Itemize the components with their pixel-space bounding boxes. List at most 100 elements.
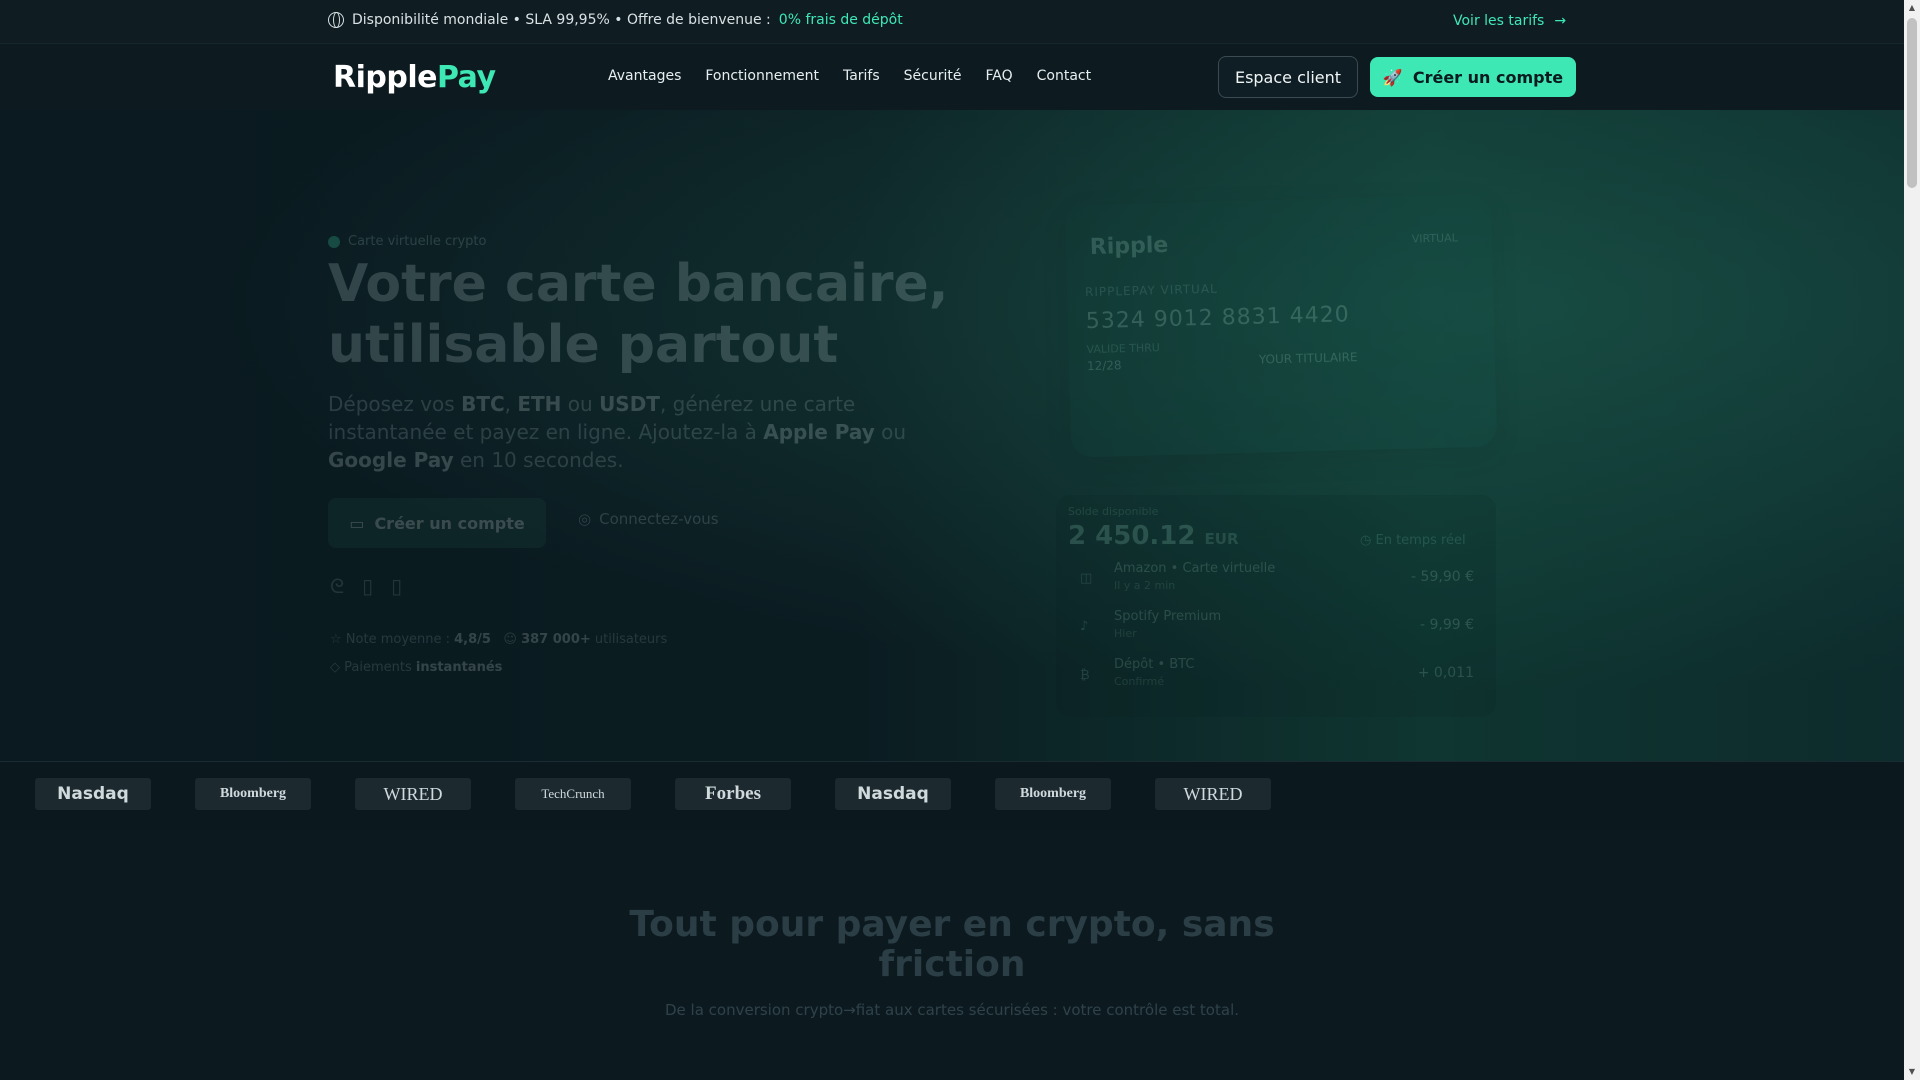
subtitle-btc: BTC	[461, 392, 505, 416]
rocket-icon: 🚀	[1382, 67, 1403, 87]
hero-stats-rating: ☆ Note moyenne : 4,8/5 ☺ 387 000+ utilis…	[330, 632, 667, 647]
balance-value: 2 450.12	[1068, 521, 1196, 551]
globe-icon	[328, 12, 344, 28]
scrollbar-thumb[interactable]	[1907, 18, 1917, 188]
card-expiry-label: VALIDE THRU	[1086, 341, 1161, 357]
nav-link-fonctionnement[interactable]: Fonctionnement	[705, 68, 819, 84]
subtitle-eth: ETH	[517, 392, 562, 416]
hero-signup-button[interactable]: ▭ Créer un compte	[328, 498, 546, 548]
press-logo-nasdaq: Nasdaq	[835, 778, 951, 810]
music-icon: ♪	[1080, 619, 1089, 634]
logo[interactable]: RipplePay	[333, 60, 496, 95]
users-label: utilisateurs	[594, 632, 668, 647]
card-tag: VIRTUAL	[1411, 231, 1458, 246]
live-indicator: ◷ En temps réel	[1360, 533, 1466, 548]
nav-link-avantages[interactable]: Avantages	[608, 68, 681, 84]
hero-login-link[interactable]: ◎ Connectez-vous	[578, 510, 719, 528]
subtitle-part: ou	[874, 420, 907, 444]
clock-icon: ◷	[1360, 533, 1372, 548]
pricing-link[interactable]: Voir les tarifs →	[1453, 13, 1566, 29]
card-brand: Ripple	[1089, 232, 1169, 260]
users-value: 387 000+	[521, 632, 591, 647]
hero-login-label: Connectez-vous	[599, 510, 719, 528]
transactions-panel: Solde disponible 2 450.12 EUR ◷ En temps…	[1056, 495, 1496, 717]
transaction-row[interactable]: ♪ Spotify Premium Hier - 9,99 €	[1068, 607, 1484, 647]
users-icon: ☺	[503, 632, 517, 647]
payments-value: instantanés	[415, 660, 503, 675]
rating-value: 4,8/5	[454, 632, 491, 647]
balance: 2 450.12 EUR	[1068, 521, 1239, 551]
press-logo-forbes: Forbes	[675, 778, 791, 810]
features-title: Tout pour payer en crypto, sans friction	[629, 904, 1275, 985]
announcement: Disponibilité mondiale • SLA 99,95% • Of…	[328, 12, 903, 28]
apple-icon: ▯	[362, 574, 374, 598]
nav-link-contact[interactable]: Contact	[1037, 68, 1091, 84]
subtitle-apple-pay: Apple Pay	[763, 420, 875, 444]
payment-methods: ᘓ ▯ ▯	[330, 574, 402, 598]
card-holder: YOUR TITULAIRE	[1258, 350, 1358, 367]
card-number: 5324 9012 8831 4420	[1085, 302, 1350, 335]
hero-glow	[0, 110, 1904, 761]
subtitle-usdt: USDT	[599, 392, 660, 416]
virtual-card: Ripple VIRTUAL RIPPLEPAY VIRTUAL 5324 90…	[1064, 194, 1498, 458]
balance-label: Solde disponible	[1068, 505, 1159, 518]
main-nav: RipplePay Avantages Fonctionnement Tarif…	[0, 44, 1904, 110]
transaction-amount: + 0,011	[1417, 665, 1474, 681]
google-icon: ▯	[391, 574, 403, 598]
payments-label: Paiements	[344, 660, 412, 675]
press-logo-bloomberg: Bloomberg	[995, 778, 1111, 810]
arrow-right-icon: →	[1554, 13, 1567, 29]
subtitle-part: ,	[504, 392, 518, 416]
client-area-button[interactable]: Espace client	[1218, 56, 1358, 98]
nav-link-securite[interactable]: Sécurité	[904, 68, 962, 84]
page: Disponibilité mondiale • SLA 99,95% • Of…	[0, 0, 1904, 1080]
scroll-up-icon[interactable]: ▲	[1904, 0, 1920, 16]
nav-link-faq[interactable]: FAQ	[985, 68, 1012, 84]
star-icon: ☆	[330, 632, 342, 647]
bolt-icon: ◇	[330, 660, 340, 675]
scrollbar[interactable]: ▲ ▼	[1904, 0, 1920, 1080]
signup-button-label: Créer un compte	[1412, 67, 1564, 87]
hero-title: Votre carte bancaire, utilisable partout	[328, 254, 949, 375]
transaction-time: Hier	[1114, 627, 1137, 640]
transaction-title: Dépôt • BTC	[1114, 657, 1195, 672]
balance-currency: EUR	[1204, 530, 1239, 548]
announcement-highlight: 0% frais de dépôt	[778, 12, 903, 28]
hero-section: Carte virtuelle crypto Votre carte banca…	[0, 110, 1904, 761]
live-label: En temps réel	[1375, 533, 1466, 548]
subtitle-part: ou	[561, 392, 600, 416]
announcement-bar: Disponibilité mondiale • SLA 99,95% • Of…	[0, 0, 1904, 44]
bitcoin-icon: ₿	[1080, 668, 1090, 683]
cart-icon: ◫	[1080, 571, 1093, 586]
features-subtitle: De la conversion crypto→fiat aux cartes …	[664, 1001, 1239, 1019]
transaction-title: Amazon • Carte virtuelle	[1114, 561, 1276, 576]
transaction-row[interactable]: ◫ Amazon • Carte virtuelle Il y a 2 min …	[1068, 559, 1484, 599]
transaction-amount: - 9,99 €	[1419, 617, 1474, 633]
nav-links: Avantages Fonctionnement Tarifs Sécurité…	[608, 68, 1091, 84]
logo-text-pay: Pay	[436, 60, 496, 95]
hero-badge-text: Carte virtuelle crypto	[348, 234, 487, 249]
login-icon: ◎	[578, 510, 592, 528]
press-logo-bloomberg: Bloomberg	[195, 778, 311, 810]
logo-text-ripple: Ripple	[333, 60, 437, 95]
transaction-amount: - 59,90 €	[1411, 569, 1474, 585]
press-logo-wired: WIRED	[1155, 778, 1271, 810]
rating-label: Note moyenne :	[345, 632, 450, 647]
press-logo-wired: WIRED	[355, 778, 471, 810]
card-icon: ▭	[349, 513, 365, 533]
hero-stats-payments: ◇ Paiements instantanés	[330, 660, 502, 675]
transaction-row[interactable]: ₿ Dépôt • BTC Confirmé + 0,011	[1068, 655, 1484, 695]
card-label: RIPPLEPAY VIRTUAL	[1084, 281, 1218, 300]
nav-link-tarifs[interactable]: Tarifs	[843, 68, 880, 84]
transaction-title: Spotify Premium	[1114, 609, 1222, 624]
scroll-down-icon[interactable]: ▼	[1904, 1064, 1920, 1080]
press-logo-nasdaq: Nasdaq	[35, 778, 151, 810]
signup-button[interactable]: 🚀 Créer un compte	[1370, 57, 1576, 97]
subtitle-part: Déposez vos	[328, 392, 462, 416]
features-section: Tout pour payer en crypto, sans friction…	[0, 831, 1904, 1080]
press-strip: Nasdaq Bloomberg WIRED TechCrunch Forbes…	[0, 761, 1904, 831]
ripple-icon: ᘓ	[330, 574, 345, 598]
subtitle-part: en 10 secondes.	[453, 448, 624, 472]
hero-subtitle: Déposez vos BTC, ETH ou USDT, générez un…	[328, 390, 928, 474]
transaction-time: Confirmé	[1114, 675, 1165, 688]
